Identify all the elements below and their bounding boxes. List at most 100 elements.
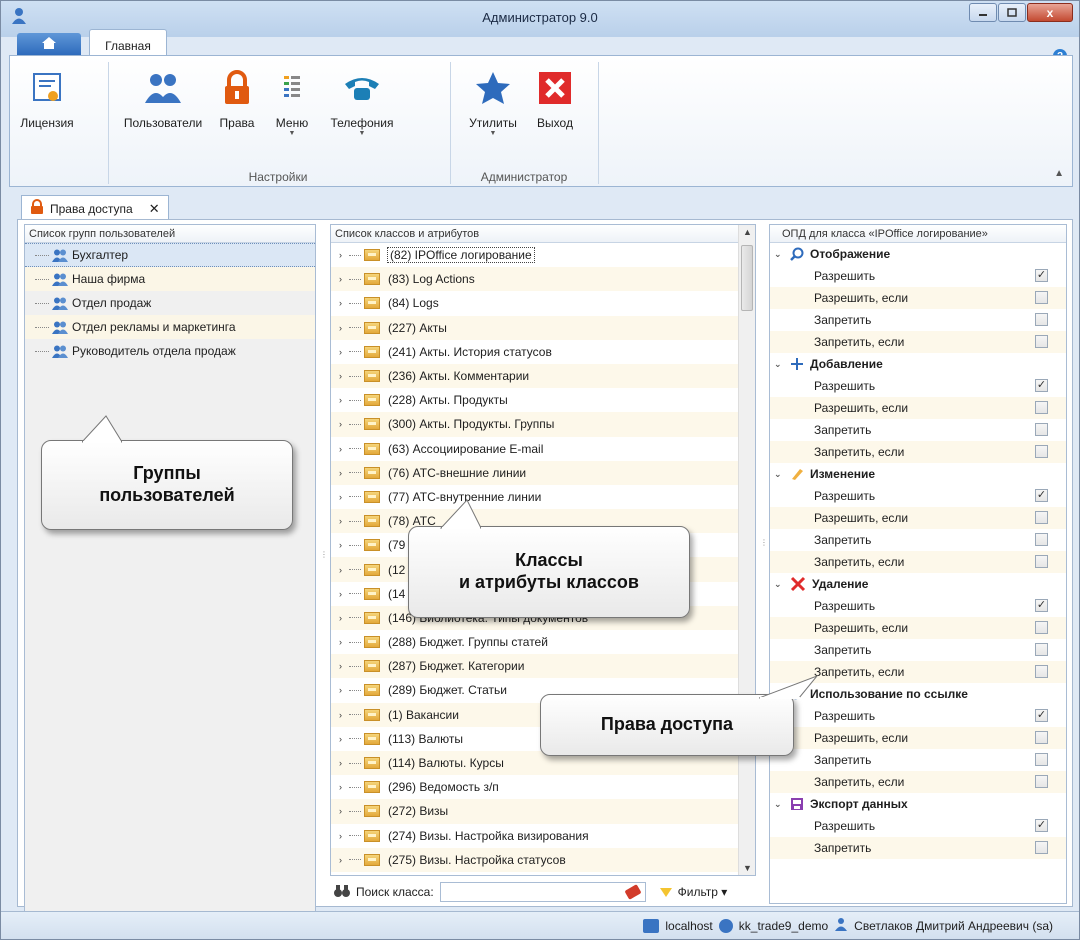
- expand-chevron-icon[interactable]: ›: [339, 685, 349, 695]
- table-row[interactable]: › (83) Log Actions: [331, 267, 755, 292]
- expand-chevron-icon[interactable]: ›: [339, 710, 349, 720]
- splitter-handle[interactable]: ⋮: [320, 550, 328, 559]
- permission-checkbox[interactable]: [1035, 401, 1048, 414]
- expand-chevron-icon[interactable]: ›: [339, 492, 349, 502]
- permission-section-header[interactable]: ⌄ Добавление: [770, 353, 1066, 375]
- class-search-input[interactable]: [439, 882, 646, 902]
- expand-chevron-icon[interactable]: ›: [339, 589, 349, 599]
- permission-checkbox[interactable]: [1035, 533, 1048, 546]
- expand-chevron-icon[interactable]: ›: [339, 468, 349, 478]
- expand-chevron-icon[interactable]: ›: [339, 298, 349, 308]
- close-tab-icon[interactable]: ✕: [149, 201, 160, 217]
- collapse-chevron-icon[interactable]: ⌄: [774, 359, 784, 370]
- collapse-chevron-icon[interactable]: ⌄: [774, 799, 784, 810]
- scroll-down-icon[interactable]: ▼: [743, 863, 752, 873]
- expand-chevron-icon[interactable]: ›: [339, 831, 349, 841]
- collapse-chevron-icon[interactable]: ⌄: [774, 249, 784, 260]
- table-row[interactable]: › (76) АТС-внешние линии: [331, 460, 755, 485]
- expand-chevron-icon[interactable]: ›: [339, 274, 349, 284]
- permission-checkbox[interactable]: [1035, 775, 1048, 788]
- collapse-chevron-icon[interactable]: ⌄: [774, 579, 784, 590]
- list-item[interactable]: Бухгалтер: [25, 243, 315, 267]
- close-button[interactable]: x: [1027, 3, 1073, 22]
- expand-chevron-icon[interactable]: ›: [339, 419, 349, 429]
- table-row[interactable]: › (300) Акты. Продукты. Группы: [331, 412, 755, 437]
- utilities-button[interactable]: Утилиты ▼: [460, 66, 526, 137]
- table-row[interactable]: › (274) Визы. Настройка визирования: [331, 824, 755, 848]
- permission-checkbox[interactable]: [1035, 665, 1048, 678]
- table-row[interactable]: › (228) Акты. Продукты: [331, 388, 755, 412]
- scroll-up-icon[interactable]: ▲: [743, 227, 752, 237]
- collapse-ribbon-icon[interactable]: ▲: [1054, 168, 1064, 179]
- permission-checkbox[interactable]: ✓: [1035, 269, 1048, 282]
- tab-main[interactable]: Главная: [89, 29, 167, 56]
- expand-chevron-icon[interactable]: ›: [339, 347, 349, 357]
- permission-section-header[interactable]: ⌄ Удаление: [770, 573, 1066, 595]
- menu-button[interactable]: Меню ▼: [268, 66, 316, 137]
- classes-scrollbar[interactable]: ▲ ▼: [738, 225, 755, 875]
- permission-checkbox[interactable]: [1035, 423, 1048, 436]
- expand-chevron-icon[interactable]: ›: [339, 613, 349, 623]
- table-row[interactable]: › (272) Визы: [331, 799, 755, 824]
- list-item[interactable]: Отдел рекламы и маркетинга: [25, 315, 315, 339]
- expand-chevron-icon[interactable]: ›: [339, 323, 349, 333]
- expand-chevron-icon[interactable]: ›: [339, 758, 349, 768]
- permission-section-header[interactable]: ⌄ Изменение: [770, 463, 1066, 485]
- permission-checkbox[interactable]: ✓: [1035, 489, 1048, 502]
- permission-section-header[interactable]: ⌄ Экспорт данных: [770, 793, 1066, 815]
- splitter-handle[interactable]: ⋮: [760, 538, 768, 547]
- permission-checkbox[interactable]: ✓: [1035, 819, 1048, 832]
- table-row[interactable]: › (84) Logs: [331, 291, 755, 315]
- permission-checkbox[interactable]: [1035, 335, 1048, 348]
- collapse-chevron-icon[interactable]: ⌄: [774, 469, 784, 480]
- expand-chevron-icon[interactable]: ›: [339, 637, 349, 647]
- tab-access-rights[interactable]: Права доступа ✕: [21, 195, 169, 221]
- table-row[interactable]: › (82) IPOffice логирование: [331, 243, 755, 267]
- expand-chevron-icon[interactable]: ›: [339, 734, 349, 744]
- home-tab[interactable]: [17, 33, 81, 55]
- expand-chevron-icon[interactable]: ›: [339, 371, 349, 381]
- permission-checkbox[interactable]: [1035, 555, 1048, 568]
- table-row[interactable]: › (227) Акты: [331, 315, 755, 340]
- permission-checkbox[interactable]: ✓: [1035, 599, 1048, 612]
- permission-checkbox[interactable]: [1035, 445, 1048, 458]
- rights-button[interactable]: Права: [214, 66, 260, 130]
- users-button[interactable]: Пользователи: [118, 66, 208, 130]
- permission-checkbox[interactable]: [1035, 643, 1048, 656]
- permission-checkbox[interactable]: [1035, 731, 1048, 744]
- expand-chevron-icon[interactable]: ›: [339, 565, 349, 575]
- filter-dropdown[interactable]: Фильтр ▾: [678, 885, 728, 899]
- table-row[interactable]: › (77) АТС-внутренние линии: [331, 485, 755, 509]
- expand-chevron-icon[interactable]: ›: [339, 516, 349, 526]
- table-row[interactable]: › (63) Ассоциирование E-mail: [331, 437, 755, 461]
- permission-checkbox[interactable]: ✓: [1035, 709, 1048, 722]
- permission-checkbox[interactable]: [1035, 511, 1048, 524]
- expand-chevron-icon[interactable]: ›: [339, 444, 349, 454]
- permission-checkbox[interactable]: [1035, 841, 1048, 854]
- maximize-button[interactable]: [998, 3, 1026, 22]
- expand-chevron-icon[interactable]: ›: [339, 661, 349, 671]
- table-row[interactable]: › (241) Акты. История статусов: [331, 340, 755, 364]
- scroll-thumb[interactable]: [741, 245, 753, 311]
- permission-checkbox[interactable]: [1035, 621, 1048, 634]
- permission-checkbox[interactable]: [1035, 313, 1048, 326]
- list-item[interactable]: Наша фирма: [25, 267, 315, 291]
- table-row[interactable]: › (287) Бюджет. Категории: [331, 654, 755, 679]
- list-item[interactable]: Отдел продаж: [25, 291, 315, 315]
- expand-chevron-icon[interactable]: ›: [339, 250, 349, 260]
- license-button[interactable]: Лицензия: [14, 66, 80, 130]
- telephony-button[interactable]: Телефония ▼: [318, 66, 406, 137]
- permission-section-header[interactable]: ⌄ Отображение: [770, 243, 1066, 265]
- expand-chevron-icon[interactable]: ›: [339, 806, 349, 816]
- expand-chevron-icon[interactable]: ›: [339, 540, 349, 550]
- expand-chevron-icon[interactable]: ›: [339, 782, 349, 792]
- minimize-button[interactable]: [969, 3, 997, 22]
- permission-checkbox[interactable]: ✓: [1035, 379, 1048, 392]
- table-row[interactable]: › (288) Бюджет. Группы статей: [331, 630, 755, 654]
- table-row[interactable]: › (296) Ведомость з/п: [331, 775, 755, 799]
- permission-checkbox[interactable]: [1035, 753, 1048, 766]
- table-row[interactable]: › (236) Акты. Комментарии: [331, 363, 755, 389]
- expand-chevron-icon[interactable]: ›: [339, 395, 349, 405]
- permission-checkbox[interactable]: [1035, 291, 1048, 304]
- list-item[interactable]: Руководитель отдела продаж: [25, 339, 315, 363]
